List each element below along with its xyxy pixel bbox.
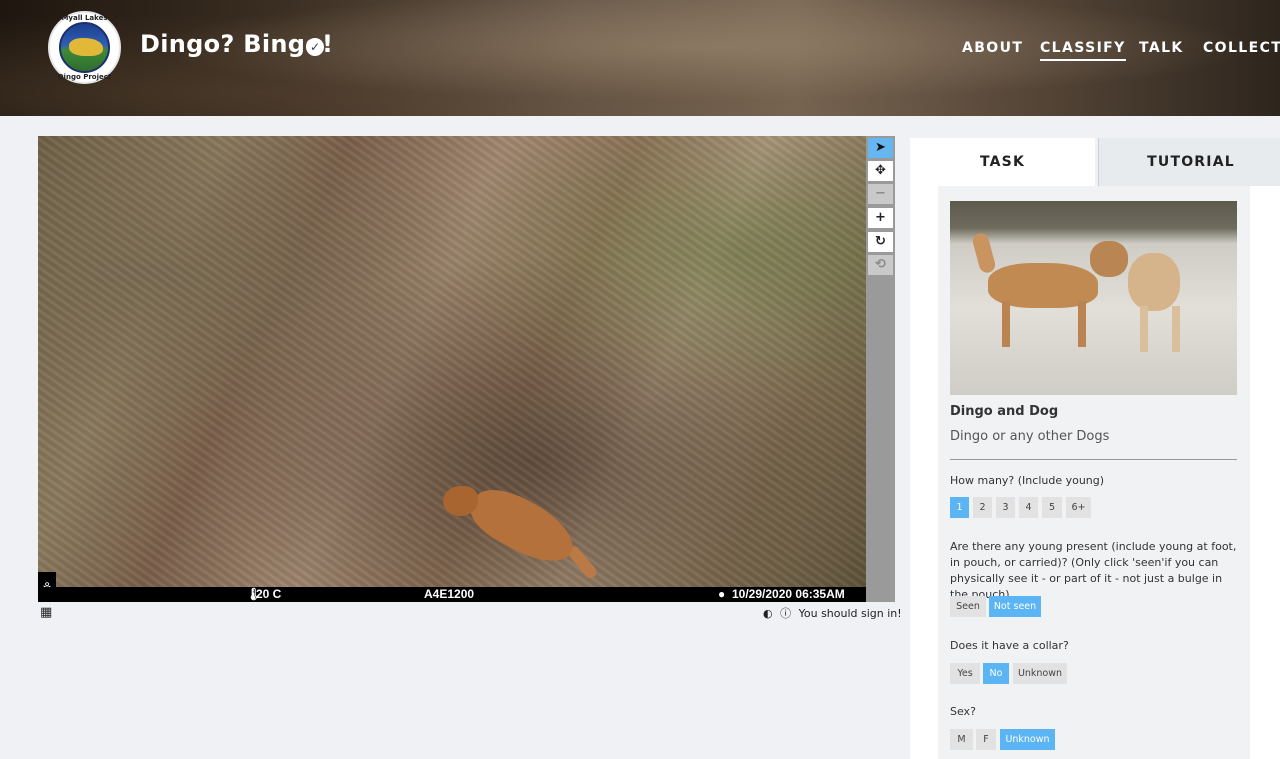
project-title[interactable]: Dingo? Bingo! [140,30,333,58]
camera-id: A4E1200 [424,587,475,601]
zoom-in-icon[interactable]: + [868,208,893,228]
count-option-6plus[interactable]: 6+ [1066,497,1091,518]
tab-task[interactable]: TASK [910,138,1095,186]
contrast-icon[interactable]: ◐ [763,607,773,620]
young-option-seen[interactable]: Seen [950,596,986,617]
timestamp: 10/29/2020 06:35AM [732,587,845,601]
zoom-out-icon[interactable]: − [868,184,893,204]
reset-icon[interactable]: ⟲ [868,255,893,275]
viewer-footer: ◐ ⓘ You should sign in! [763,605,906,621]
nav-collect[interactable]: COLLECT [1203,40,1280,56]
dingo-silhouette-icon [69,38,103,56]
nav-talk[interactable]: TALK [1139,40,1184,56]
count-option-1[interactable]: 1 [950,497,969,518]
example-subtitle: Dingo or any other Dogs [950,429,1110,444]
logo-text-top: Myall Lakes [61,14,108,22]
collar-option-unknown[interactable]: Unknown [1013,663,1067,684]
count-option-5[interactable]: 5 [1042,497,1062,518]
moon-phase-icon: ● [718,587,726,601]
count-option-2[interactable]: 2 [973,497,992,518]
tab-tutorial[interactable]: TUTORIAL [1098,138,1280,186]
example-leg [1078,301,1086,347]
pointer-icon[interactable]: ➤ [868,138,893,158]
example-photo [950,201,1237,395]
project-header: Myall Lakes Dingo Project Dingo? Bingo! … [0,0,1280,116]
camera-info-bar: 🌡 20 C A4E1200 ● 10/29/2020 06:35AM [38,587,866,602]
grid-view-icon[interactable]: ▦ [40,605,52,620]
project-logo[interactable]: Myall Lakes Dingo Project [48,11,121,84]
checkmark-icon: ✓ [306,38,324,56]
example-leg [1002,301,1010,347]
young-option-not-seen[interactable]: Not seen [989,596,1041,617]
info-icon[interactable]: ⓘ [780,607,791,620]
rotate-icon[interactable]: ↻ [868,232,893,252]
example-title: Dingo and Dog [950,404,1059,419]
count-option-3[interactable]: 3 [996,497,1015,518]
example-dingo-head [1090,241,1128,277]
logo-emblem [59,22,110,73]
question-young-present: Are there any young present (include you… [950,540,1237,601]
temperature-readout: 20 C [256,587,282,601]
divider [950,459,1237,460]
example-leg [1172,306,1180,352]
collar-option-yes[interactable]: Yes [950,663,980,684]
nav-about[interactable]: ABOUT [962,40,1023,56]
count-option-4[interactable]: 4 [1019,497,1038,518]
collar-option-no[interactable]: No [983,663,1009,684]
sex-option-f[interactable]: F [976,729,996,750]
subject-image[interactable]: ⚘ 🌡 20 C A4E1200 ● 10/29/2020 06:35AM [38,136,866,602]
viewer-toolbar: ➤ ✥ − + ↻ ⟲ [866,136,895,602]
camera-trap-photo [38,136,866,602]
dingo-figure-head [443,486,478,516]
move-icon[interactable]: ✥ [868,161,893,181]
nav-classify[interactable]: CLASSIFY [1040,40,1126,61]
question-collar: Does it have a collar? [950,639,1069,652]
question-how-many: How many? (Include young) [950,474,1105,487]
example-leg [1140,306,1148,352]
example-dog [1128,253,1180,311]
example-dog-tail [971,231,997,275]
sex-option-unknown[interactable]: Unknown [1000,729,1055,750]
panel-tabs: TASK TUTORIAL [910,138,1280,186]
sign-in-message[interactable]: You should sign in! [799,607,902,620]
question-sex: Sex? [950,705,976,718]
logo-text-bottom: Dingo Project [57,73,112,81]
sex-option-m[interactable]: M [950,729,973,750]
